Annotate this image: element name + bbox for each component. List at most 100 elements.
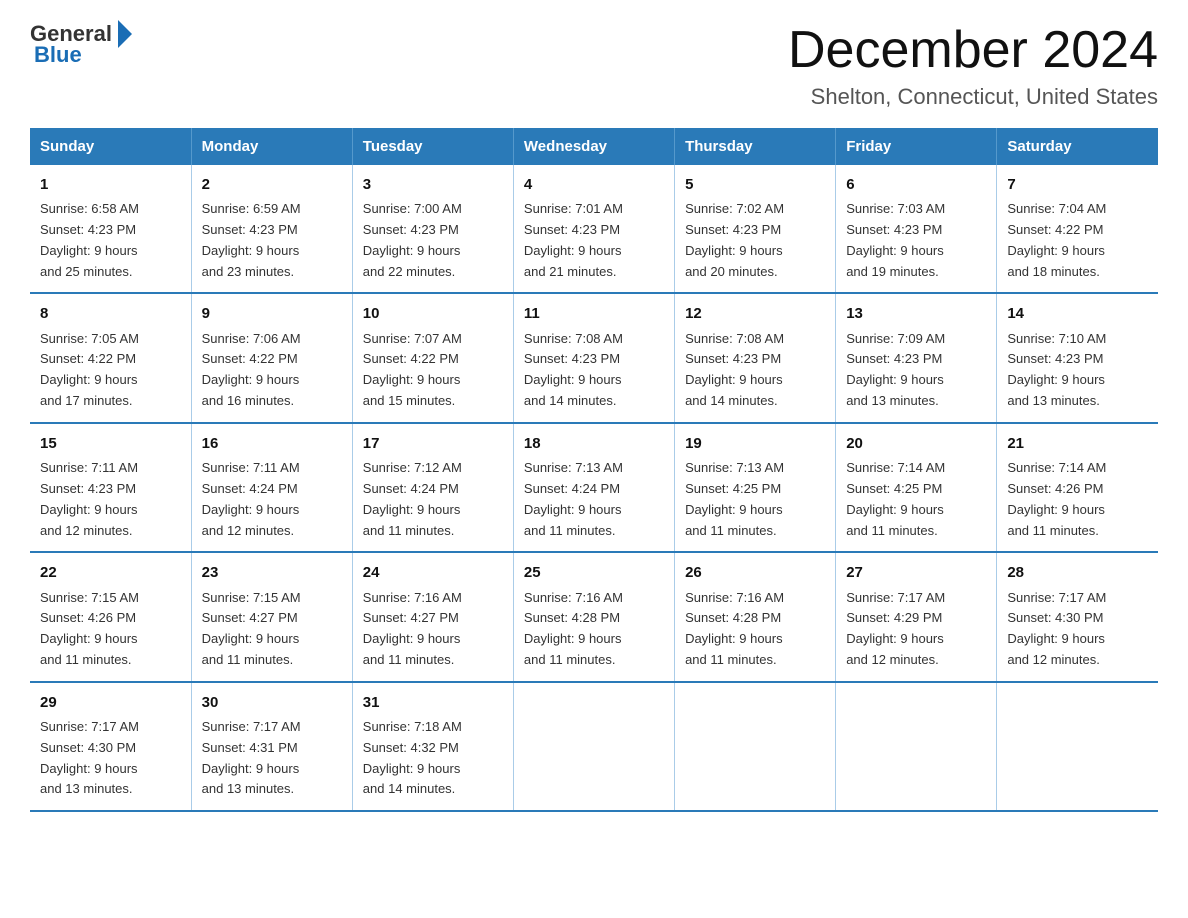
table-row: 27 Sunrise: 7:17 AMSunset: 4:29 PMDaylig… xyxy=(836,552,997,681)
table-row: 26 Sunrise: 7:16 AMSunset: 4:28 PMDaylig… xyxy=(675,552,836,681)
day-number: 9 xyxy=(202,302,342,325)
day-info: Sunrise: 7:11 AMSunset: 4:24 PMDaylight:… xyxy=(202,460,300,537)
header-thursday: Thursday xyxy=(675,128,836,165)
table-row: 16 Sunrise: 7:11 AMSunset: 4:24 PMDaylig… xyxy=(191,423,352,552)
day-number: 4 xyxy=(524,173,664,196)
header-tuesday: Tuesday xyxy=(352,128,513,165)
table-row: 10 Sunrise: 7:07 AMSunset: 4:22 PMDaylig… xyxy=(352,293,513,422)
calendar-header-row: Sunday Monday Tuesday Wednesday Thursday… xyxy=(30,128,1158,165)
page-header: General Blue December 2024 Shelton, Conn… xyxy=(30,20,1158,110)
calendar-title-area: December 2024 Shelton, Connecticut, Unit… xyxy=(788,20,1158,110)
day-number: 23 xyxy=(202,561,342,584)
day-number: 10 xyxy=(363,302,503,325)
table-row: 28 Sunrise: 7:17 AMSunset: 4:30 PMDaylig… xyxy=(997,552,1158,681)
calendar-week-3: 15 Sunrise: 7:11 AMSunset: 4:23 PMDaylig… xyxy=(30,423,1158,552)
day-number: 13 xyxy=(846,302,986,325)
table-row: 19 Sunrise: 7:13 AMSunset: 4:25 PMDaylig… xyxy=(675,423,836,552)
calendar-week-4: 22 Sunrise: 7:15 AMSunset: 4:26 PMDaylig… xyxy=(30,552,1158,681)
day-info: Sunrise: 7:01 AMSunset: 4:23 PMDaylight:… xyxy=(524,201,623,278)
day-info: Sunrise: 7:00 AMSunset: 4:23 PMDaylight:… xyxy=(363,201,462,278)
table-row: 14 Sunrise: 7:10 AMSunset: 4:23 PMDaylig… xyxy=(997,293,1158,422)
table-row: 15 Sunrise: 7:11 AMSunset: 4:23 PMDaylig… xyxy=(30,423,191,552)
calendar-subtitle: Shelton, Connecticut, United States xyxy=(788,84,1158,110)
table-row: 17 Sunrise: 7:12 AMSunset: 4:24 PMDaylig… xyxy=(352,423,513,552)
day-number: 2 xyxy=(202,173,342,196)
table-row: 22 Sunrise: 7:15 AMSunset: 4:26 PMDaylig… xyxy=(30,552,191,681)
day-info: Sunrise: 7:18 AMSunset: 4:32 PMDaylight:… xyxy=(363,719,462,796)
day-info: Sunrise: 7:04 AMSunset: 4:22 PMDaylight:… xyxy=(1007,201,1106,278)
day-number: 25 xyxy=(524,561,664,584)
logo: General Blue xyxy=(30,20,132,68)
calendar-week-5: 29 Sunrise: 7:17 AMSunset: 4:30 PMDaylig… xyxy=(30,682,1158,811)
day-info: Sunrise: 7:17 AMSunset: 4:30 PMDaylight:… xyxy=(1007,590,1106,667)
table-row: 25 Sunrise: 7:16 AMSunset: 4:28 PMDaylig… xyxy=(513,552,674,681)
day-number: 7 xyxy=(1007,173,1148,196)
day-info: Sunrise: 7:17 AMSunset: 4:29 PMDaylight:… xyxy=(846,590,945,667)
day-info: Sunrise: 7:06 AMSunset: 4:22 PMDaylight:… xyxy=(202,331,301,408)
day-info: Sunrise: 7:14 AMSunset: 4:26 PMDaylight:… xyxy=(1007,460,1106,537)
table-row: 13 Sunrise: 7:09 AMSunset: 4:23 PMDaylig… xyxy=(836,293,997,422)
day-info: Sunrise: 7:13 AMSunset: 4:25 PMDaylight:… xyxy=(685,460,784,537)
table-row: 12 Sunrise: 7:08 AMSunset: 4:23 PMDaylig… xyxy=(675,293,836,422)
calendar-table: Sunday Monday Tuesday Wednesday Thursday… xyxy=(30,128,1158,812)
day-info: Sunrise: 7:08 AMSunset: 4:23 PMDaylight:… xyxy=(524,331,623,408)
table-row: 20 Sunrise: 7:14 AMSunset: 4:25 PMDaylig… xyxy=(836,423,997,552)
header-wednesday: Wednesday xyxy=(513,128,674,165)
day-number: 27 xyxy=(846,561,986,584)
day-number: 30 xyxy=(202,691,342,714)
day-number: 26 xyxy=(685,561,825,584)
day-number: 3 xyxy=(363,173,503,196)
day-number: 6 xyxy=(846,173,986,196)
day-number: 5 xyxy=(685,173,825,196)
calendar-week-2: 8 Sunrise: 7:05 AMSunset: 4:22 PMDayligh… xyxy=(30,293,1158,422)
day-number: 12 xyxy=(685,302,825,325)
day-info: Sunrise: 7:11 AMSunset: 4:23 PMDaylight:… xyxy=(40,460,138,537)
table-row: 24 Sunrise: 7:16 AMSunset: 4:27 PMDaylig… xyxy=(352,552,513,681)
day-number: 20 xyxy=(846,432,986,455)
table-row: 6 Sunrise: 7:03 AMSunset: 4:23 PMDayligh… xyxy=(836,165,997,293)
day-info: Sunrise: 7:14 AMSunset: 4:25 PMDaylight:… xyxy=(846,460,945,537)
day-info: Sunrise: 7:09 AMSunset: 4:23 PMDaylight:… xyxy=(846,331,945,408)
day-number: 22 xyxy=(40,561,181,584)
day-info: Sunrise: 7:16 AMSunset: 4:28 PMDaylight:… xyxy=(524,590,623,667)
table-row xyxy=(513,682,674,811)
table-row: 23 Sunrise: 7:15 AMSunset: 4:27 PMDaylig… xyxy=(191,552,352,681)
table-row: 7 Sunrise: 7:04 AMSunset: 4:22 PMDayligh… xyxy=(997,165,1158,293)
header-friday: Friday xyxy=(836,128,997,165)
table-row xyxy=(836,682,997,811)
day-number: 19 xyxy=(685,432,825,455)
day-info: Sunrise: 7:03 AMSunset: 4:23 PMDaylight:… xyxy=(846,201,945,278)
day-number: 31 xyxy=(363,691,503,714)
calendar-week-1: 1 Sunrise: 6:58 AMSunset: 4:23 PMDayligh… xyxy=(30,165,1158,293)
day-number: 15 xyxy=(40,432,181,455)
day-info: Sunrise: 7:16 AMSunset: 4:27 PMDaylight:… xyxy=(363,590,462,667)
table-row: 30 Sunrise: 7:17 AMSunset: 4:31 PMDaylig… xyxy=(191,682,352,811)
calendar-title: December 2024 xyxy=(788,20,1158,80)
day-number: 24 xyxy=(363,561,503,584)
table-row: 5 Sunrise: 7:02 AMSunset: 4:23 PMDayligh… xyxy=(675,165,836,293)
day-info: Sunrise: 7:16 AMSunset: 4:28 PMDaylight:… xyxy=(685,590,784,667)
day-info: Sunrise: 7:15 AMSunset: 4:27 PMDaylight:… xyxy=(202,590,301,667)
header-sunday: Sunday xyxy=(30,128,191,165)
table-row: 3 Sunrise: 7:00 AMSunset: 4:23 PMDayligh… xyxy=(352,165,513,293)
header-saturday: Saturday xyxy=(997,128,1158,165)
day-number: 14 xyxy=(1007,302,1148,325)
day-info: Sunrise: 7:07 AMSunset: 4:22 PMDaylight:… xyxy=(363,331,462,408)
day-info: Sunrise: 7:12 AMSunset: 4:24 PMDaylight:… xyxy=(363,460,462,537)
day-info: Sunrise: 7:15 AMSunset: 4:26 PMDaylight:… xyxy=(40,590,139,667)
table-row xyxy=(675,682,836,811)
day-number: 16 xyxy=(202,432,342,455)
table-row: 8 Sunrise: 7:05 AMSunset: 4:22 PMDayligh… xyxy=(30,293,191,422)
table-row: 11 Sunrise: 7:08 AMSunset: 4:23 PMDaylig… xyxy=(513,293,674,422)
table-row: 4 Sunrise: 7:01 AMSunset: 4:23 PMDayligh… xyxy=(513,165,674,293)
day-info: Sunrise: 7:17 AMSunset: 4:31 PMDaylight:… xyxy=(202,719,301,796)
day-number: 17 xyxy=(363,432,503,455)
day-number: 1 xyxy=(40,173,181,196)
table-row: 1 Sunrise: 6:58 AMSunset: 4:23 PMDayligh… xyxy=(30,165,191,293)
day-number: 29 xyxy=(40,691,181,714)
table-row: 31 Sunrise: 7:18 AMSunset: 4:32 PMDaylig… xyxy=(352,682,513,811)
table-row: 18 Sunrise: 7:13 AMSunset: 4:24 PMDaylig… xyxy=(513,423,674,552)
day-number: 28 xyxy=(1007,561,1148,584)
table-row: 2 Sunrise: 6:59 AMSunset: 4:23 PMDayligh… xyxy=(191,165,352,293)
day-info: Sunrise: 6:59 AMSunset: 4:23 PMDaylight:… xyxy=(202,201,301,278)
